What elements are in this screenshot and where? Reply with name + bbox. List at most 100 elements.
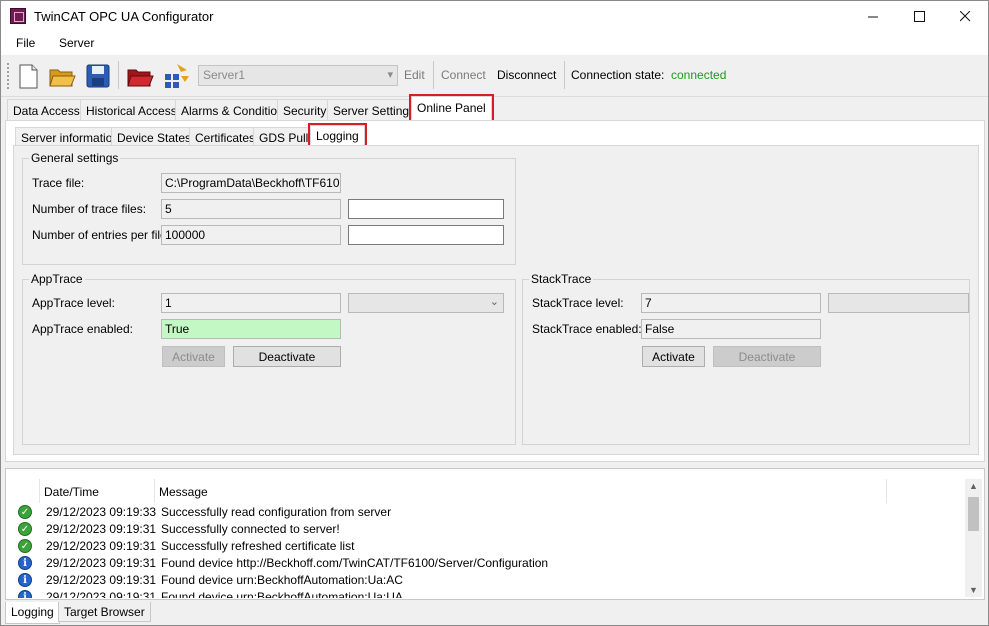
window-title: TwinCAT OPC UA Configurator [34, 9, 214, 24]
trace-files-count-label: Number of trace files: [32, 202, 147, 216]
maximize-button[interactable] [896, 1, 942, 32]
table-row[interactable]: ✓ 29/12/2023 09:19:33 Successfully read … [12, 504, 962, 521]
open-folder-icon[interactable] [48, 62, 76, 90]
app-logo-icon [10, 8, 26, 24]
row-message: Found device urn:BeckhoffAutomation:Ua:A… [161, 573, 403, 587]
apptrace-level-select[interactable]: ⌄ [348, 293, 504, 313]
maximize-icon [913, 11, 925, 22]
toolbar-separator [118, 61, 119, 89]
tab-online-panel[interactable]: Online Panel [409, 94, 494, 123]
column-header-icon[interactable] [12, 479, 40, 503]
scroll-down-icon[interactable]: ▼ [965, 585, 982, 595]
stacktrace-deactivate-button[interactable]: Deactivate [713, 346, 821, 367]
table-row[interactable]: ✓ 29/12/2023 09:19:31 Successfully refre… [12, 538, 962, 555]
table-row[interactable]: ✓ 29/12/2023 09:19:31 Successfully conne… [12, 521, 962, 538]
connection-state-label: Connection state: [571, 68, 665, 82]
log-scrollbar[interactable]: ▲ ▼ [965, 479, 982, 597]
row-message: Found device http://Beckhoff.com/TwinCAT… [161, 556, 549, 570]
stacktrace-group: StackTrace StackTrace level: 7 StackTrac… [522, 272, 970, 445]
apptrace-group: AppTrace AppTrace level: 1 ⌄ AppTrace en… [22, 272, 516, 445]
toolbar-grip-icon [7, 63, 9, 89]
success-icon: ✓ [18, 539, 32, 553]
success-icon: ✓ [18, 522, 32, 536]
log-panel: Date/Time Message ✓ 29/12/2023 09:19:33 … [5, 468, 985, 600]
menu-file[interactable]: File [16, 36, 35, 50]
tab-certificates[interactable]: Certificates [189, 127, 262, 146]
tab-target-browser[interactable]: Target Browser [58, 602, 151, 622]
trace-file-field[interactable]: C:\ProgramData\Beckhoff\TF6100-O [161, 173, 341, 193]
toolbar-separator [564, 61, 565, 89]
tab-gds-pull[interactable]: GDS Pull [253, 127, 315, 146]
trace-files-count-input[interactable] [348, 199, 504, 219]
menu-server[interactable]: Server [59, 36, 94, 50]
toolbar-separator [433, 61, 434, 89]
chevron-down-icon: ⌄ [489, 296, 499, 308]
tab-historical-access[interactable]: Historical Access [80, 99, 183, 121]
app-window: TwinCAT OPC UA Configurator File Server [0, 0, 989, 626]
row-datetime: 29/12/2023 09:19:31 [46, 590, 157, 598]
row-datetime: 29/12/2023 09:19:31 [46, 539, 157, 553]
stacktrace-level-select[interactable] [828, 293, 969, 313]
minimize-button[interactable] [850, 1, 896, 32]
network-config-icon[interactable] [163, 62, 191, 90]
row-message: Successfully read configuration from ser… [161, 505, 392, 519]
connection-state-value: connected [671, 68, 727, 82]
new-file-icon[interactable] [14, 62, 42, 90]
chevron-down-icon: ▾ [387, 69, 393, 81]
disconnect-button[interactable]: Disconnect [497, 68, 556, 82]
row-datetime: 29/12/2023 09:19:31 [46, 522, 157, 536]
stacktrace-enabled-label: StackTrace enabled: [532, 322, 642, 336]
tab-security[interactable]: Security [277, 99, 333, 121]
logging-settings-panel: General settings Trace file: C:\ProgramD… [13, 145, 979, 455]
row-message: Found device urn:BeckhoffAutomation:Ua:U… [161, 590, 403, 598]
column-header-message[interactable]: Message [155, 479, 887, 503]
edit-button[interactable]: Edit [404, 68, 425, 82]
tab-server-settings[interactable]: Server Settings [327, 99, 422, 121]
row-datetime: 29/12/2023 09:19:31 [46, 573, 157, 587]
title-bar: TwinCAT OPC UA Configurator [1, 1, 988, 32]
row-datetime: 29/12/2023 09:19:33 [46, 505, 157, 519]
tab-logging[interactable]: Logging [308, 123, 367, 148]
toolbar: Server1 ▾ Edit Connect Disconnect Connec… [1, 55, 988, 97]
stacktrace-activate-button[interactable]: Activate [642, 346, 705, 367]
group-title: AppTrace [29, 272, 85, 286]
success-icon: ✓ [18, 505, 32, 519]
scroll-up-icon[interactable]: ▲ [965, 481, 982, 491]
trace-file-label: Trace file: [32, 176, 85, 190]
apptrace-activate-button[interactable]: Activate [162, 346, 225, 367]
info-icon: i [18, 573, 32, 587]
apptrace-enabled-label: AppTrace enabled: [32, 322, 133, 336]
table-row[interactable]: i 29/12/2023 09:19:31 Found device urn:B… [12, 572, 962, 589]
general-settings-group: General settings Trace file: C:\ProgramD… [22, 151, 516, 265]
minimize-icon [867, 16, 878, 18]
entries-per-file-label: Number of entries per file: [32, 228, 171, 242]
info-icon: i [18, 556, 32, 570]
tab-device-states[interactable]: Device States [111, 127, 198, 146]
scrollbar-thumb[interactable] [968, 497, 979, 531]
tab-bottom-logging[interactable]: Logging [5, 602, 60, 624]
table-row[interactable]: i 29/12/2023 09:19:31 Found device http:… [12, 555, 962, 572]
apptrace-deactivate-button[interactable]: Deactivate [233, 346, 341, 367]
entries-per-file-input[interactable] [348, 225, 504, 245]
connect-button[interactable]: Connect [441, 68, 486, 82]
apptrace-level-field: 1 [161, 293, 341, 313]
server-select-value: Server1 [203, 68, 246, 82]
column-header-datetime[interactable]: Date/Time [40, 479, 155, 503]
stacktrace-enabled-field: False [641, 319, 821, 339]
row-message: Successfully connected to server! [161, 522, 340, 536]
tab-data-access[interactable]: Data Access [7, 99, 86, 121]
entries-per-file-field: 100000 [161, 225, 341, 245]
tab-server-information[interactable]: Server information [15, 127, 126, 146]
apptrace-enabled-field: True [161, 319, 341, 339]
row-datetime: 29/12/2023 09:19:31 [46, 556, 157, 570]
row-message: Successfully refreshed certificate list [161, 539, 355, 553]
save-icon[interactable] [84, 62, 112, 90]
open-remote-folder-icon[interactable] [126, 62, 154, 90]
menu-bar: File Server [1, 32, 988, 55]
apptrace-level-label: AppTrace level: [32, 296, 115, 310]
group-title: General settings [29, 151, 121, 165]
trace-files-count-field: 5 [161, 199, 341, 219]
close-button[interactable] [942, 1, 988, 32]
stacktrace-level-field: 7 [641, 293, 821, 313]
table-row[interactable]: i 29/12/2023 09:19:31 Found device urn:B… [12, 589, 962, 598]
